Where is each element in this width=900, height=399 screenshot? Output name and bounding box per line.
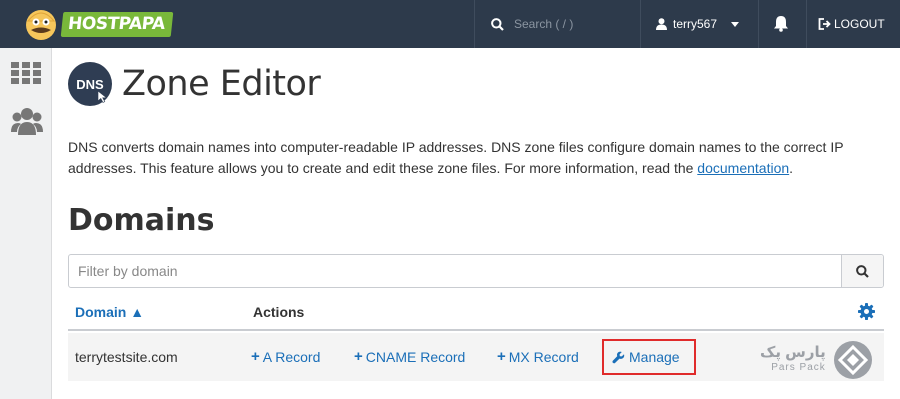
logout-label: LOGOUT	[834, 17, 885, 31]
cursor-icon	[97, 90, 108, 103]
search-icon	[491, 17, 504, 31]
plus-icon: +	[354, 348, 363, 365]
documentation-link[interactable]: documentation	[697, 160, 789, 176]
watermark-en: Pars Pack	[771, 362, 826, 373]
column-domain-sort[interactable]: Domain ▲	[75, 304, 144, 320]
watermark-text: پارس پک Pars Pack	[760, 345, 826, 375]
username: terry567	[673, 17, 718, 31]
domain-cell: terrytestsite.com	[75, 349, 178, 365]
chevron-down-icon	[731, 21, 740, 27]
dns-icon: DNS	[68, 62, 112, 106]
user-icon	[656, 18, 667, 30]
search-box[interactable]: Search ( / )	[474, 0, 640, 48]
divider	[806, 0, 807, 48]
hostpapa-logo[interactable]: HOSTPAPA	[22, 3, 173, 45]
logo-text: HOSTPAPA	[60, 11, 173, 37]
search-icon	[856, 264, 869, 278]
page-title: Zone Editor	[122, 64, 321, 104]
a-record-label: A Record	[262, 349, 321, 365]
add-mx-record-link[interactable]: + MX Record	[497, 349, 579, 365]
add-cname-record-link[interactable]: + CNAME Record	[354, 349, 465, 365]
parspack-logo-icon	[833, 341, 872, 379]
logout-button[interactable]: LOGOUT	[818, 0, 885, 48]
mx-record-label: MX Record	[508, 349, 579, 365]
domain-filter	[68, 254, 884, 288]
sidebar	[0, 48, 52, 399]
page-header: DNS Zone Editor	[68, 58, 321, 110]
parspack-watermark: پارس پک Pars Pack	[760, 340, 873, 380]
filter-input[interactable]	[69, 255, 841, 287]
divider	[758, 0, 759, 48]
top-bar: HOSTPAPA Search ( / ) terry567 LOGOUT	[0, 0, 900, 48]
manage-link[interactable]: Manage	[612, 349, 680, 365]
mascot-icon	[26, 10, 56, 40]
description-end: .	[789, 160, 794, 176]
gear-icon[interactable]	[858, 303, 875, 320]
users-icon[interactable]	[11, 106, 43, 136]
divider	[640, 0, 641, 48]
page-description: DNS converts domain names into computer-…	[68, 137, 888, 179]
manage-label: Manage	[629, 349, 680, 365]
wrench-icon	[612, 351, 625, 363]
user-menu[interactable]: terry567	[656, 0, 745, 48]
filter-search-button[interactable]	[841, 255, 883, 287]
grid-icon[interactable]	[11, 62, 41, 84]
cname-record-label: CNAME Record	[365, 349, 466, 365]
table-header: Domain ▲ Actions	[68, 294, 884, 331]
domains-heading: Domains	[68, 203, 215, 238]
watermark-fa: پارس پک	[760, 344, 826, 361]
search-placeholder: Search ( / )	[514, 17, 574, 31]
bell-icon[interactable]	[773, 15, 789, 32]
logout-icon	[818, 18, 831, 30]
add-a-record-link[interactable]: + A Record	[251, 349, 320, 365]
plus-icon: +	[251, 348, 260, 365]
plus-icon: +	[497, 348, 506, 365]
column-actions: Actions	[253, 304, 305, 320]
